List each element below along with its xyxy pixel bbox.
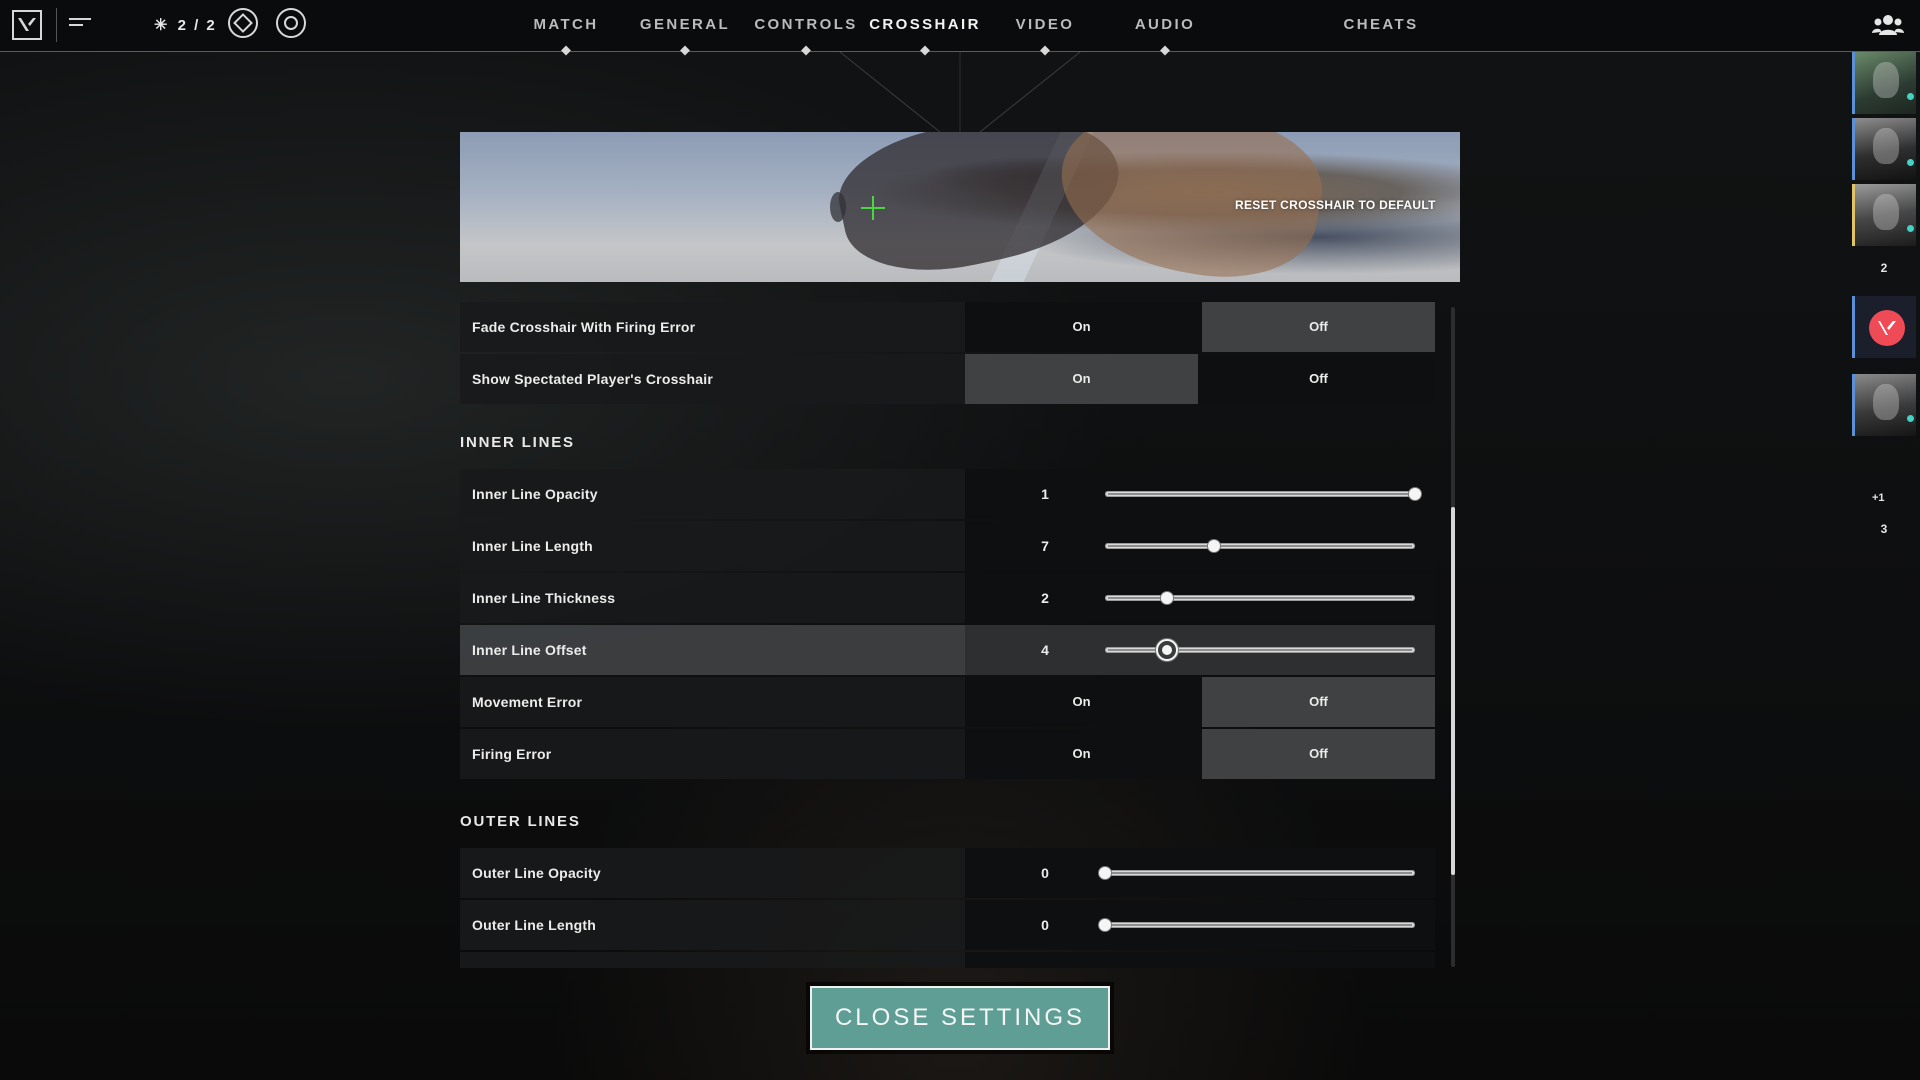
toggle-off[interactable]: Off: [1202, 302, 1435, 352]
reset-crosshair-button[interactable]: RESET CROSSHAIR TO DEFAULT: [1235, 198, 1436, 212]
setting-row-partial: [460, 952, 1435, 968]
inner-offset-slider[interactable]: [1105, 639, 1415, 661]
setting-row-fade-crosshair: Fade Crosshair With Firing Error On Off: [460, 302, 1435, 352]
tab-video[interactable]: VIDEO: [1016, 16, 1075, 33]
toggle-on[interactable]: On: [965, 677, 1198, 727]
setting-label: Inner Line Length: [472, 538, 593, 554]
scrollbar-thumb[interactable]: [1451, 507, 1455, 875]
party-member-card[interactable]: [1852, 52, 1916, 114]
section-outer-lines: OUTER LINES: [460, 813, 581, 830]
valorant-badge-icon: [1869, 310, 1905, 346]
inner-thickness-slider[interactable]: [1105, 592, 1415, 604]
setting-label: Fade Crosshair With Firing Error: [472, 319, 696, 335]
setting-label: Outer Line Opacity: [472, 865, 601, 881]
outer-opacity-slider[interactable]: [1099, 867, 1415, 879]
party-count-bottom: 3: [1880, 522, 1888, 536]
party-count-top: 2: [1880, 261, 1888, 275]
setting-value: 7: [1041, 538, 1049, 554]
settings-tabs: MATCH GENERAL CONTROLS CROSSHAIR VIDEO A…: [0, 0, 1920, 56]
inner-length-slider[interactable]: [1105, 540, 1415, 552]
decorative-lines: [839, 52, 1081, 132]
section-inner-lines: INNER LINES: [460, 434, 575, 451]
inner-opacity-slider[interactable]: [1105, 488, 1421, 500]
toggle-off[interactable]: Off: [1202, 677, 1435, 727]
setting-label: Inner Line Thickness: [472, 590, 616, 606]
tab-cheats[interactable]: CHEATS: [1344, 16, 1419, 33]
settings-list: Fade Crosshair With Firing Error On Off …: [460, 302, 1435, 968]
friends-icon[interactable]: [1872, 14, 1904, 36]
party-extra-count: +1: [1872, 492, 1885, 504]
toggle-on[interactable]: On: [965, 302, 1198, 352]
setting-label: Show Spectated Player's Crosshair: [472, 371, 714, 387]
setting-row-spectated-crosshair: Show Spectated Player's Crosshair On Off: [460, 354, 1435, 404]
slider-thumb[interactable]: [1156, 639, 1178, 661]
setting-value: 2: [1041, 590, 1049, 606]
settings-scrollbar[interactable]: [1451, 307, 1455, 967]
setting-row-inner-thickness: Inner Line Thickness 2: [460, 573, 1435, 623]
setting-row-movement-error: Movement Error On Off: [460, 677, 1435, 727]
outer-length-slider[interactable]: [1099, 919, 1415, 931]
setting-row-inner-length: Inner Line Length 7: [460, 521, 1435, 571]
slider-thumb[interactable]: [1099, 867, 1111, 879]
tab-match[interactable]: MATCH: [533, 16, 598, 33]
setting-label: Movement Error: [472, 694, 583, 710]
toggle-off[interactable]: Off: [1202, 354, 1435, 404]
setting-value: 0: [1041, 917, 1049, 933]
online-status-icon: [1907, 225, 1914, 232]
crosshair-icon: [861, 196, 885, 220]
tab-crosshair[interactable]: CROSSHAIR: [869, 16, 981, 33]
setting-label: Inner Line Opacity: [472, 486, 598, 502]
setting-row-outer-opacity: Outer Line Opacity 0: [460, 848, 1435, 898]
slider-thumb[interactable]: [1207, 540, 1220, 552]
slider-thumb[interactable]: [1099, 919, 1111, 931]
slider-thumb[interactable]: [1409, 488, 1421, 500]
slider-thumb[interactable]: [1161, 592, 1173, 604]
toggle-on[interactable]: On: [965, 729, 1198, 779]
party-rail: 2 +3 +1 3: [1848, 52, 1920, 536]
party-member-card[interactable]: [1852, 296, 1916, 358]
close-settings-button[interactable]: CLOSE SETTINGS: [806, 982, 1114, 1054]
setting-value: 4: [1041, 642, 1049, 658]
tab-controls[interactable]: CONTROLS: [754, 16, 857, 33]
top-bar: ✳ 2 / 2 MATCH GENERAL CONTROLS CROSSHAIR…: [0, 0, 1920, 56]
tab-audio[interactable]: AUDIO: [1135, 16, 1195, 33]
setting-row-inner-offset: Inner Line Offset 4: [460, 625, 1435, 675]
online-status-icon: [1907, 93, 1914, 100]
setting-row-firing-error: Firing Error On Off: [460, 729, 1435, 779]
setting-label: Firing Error: [472, 746, 552, 762]
online-status-icon: [1907, 159, 1914, 166]
party-member-card[interactable]: [1852, 184, 1916, 246]
crosshair-preview: RESET CROSSHAIR TO DEFAULT: [460, 132, 1460, 282]
party-member-card[interactable]: [1852, 118, 1916, 180]
toggle-off[interactable]: Off: [1202, 729, 1435, 779]
setting-value: 0: [1041, 865, 1049, 881]
tab-general[interactable]: GENERAL: [640, 16, 730, 33]
setting-label: Outer Line Length: [472, 917, 596, 933]
online-status-icon: [1907, 415, 1914, 422]
setting-row-inner-opacity: Inner Line Opacity 1: [460, 469, 1435, 519]
setting-value: 1: [1041, 486, 1049, 502]
party-member-card[interactable]: [1852, 374, 1916, 436]
setting-label: Inner Line Offset: [472, 642, 587, 658]
toggle-on[interactable]: On: [965, 354, 1198, 404]
setting-row-outer-length: Outer Line Length 0: [460, 900, 1435, 950]
